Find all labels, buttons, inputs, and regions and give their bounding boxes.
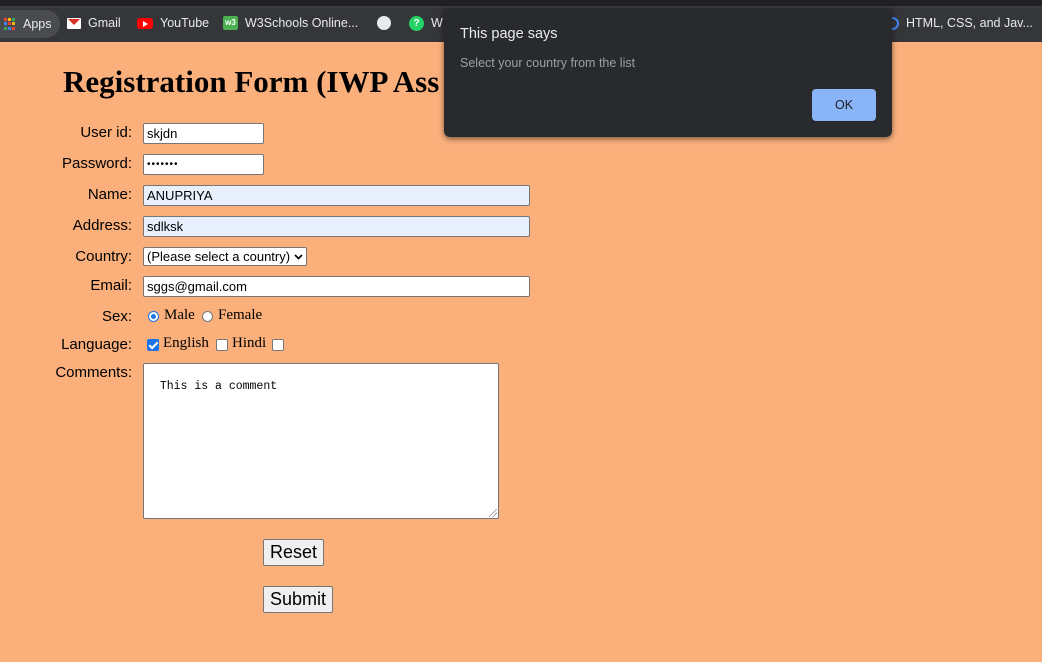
- whatsapp-icon: ?: [409, 15, 424, 31]
- bookmark-w3schools-label: W3Schools Online...: [245, 16, 359, 30]
- address-input[interactable]: sdlksk: [143, 216, 530, 237]
- apps-grid-icon: [4, 18, 16, 30]
- bookmark-whatsapp[interactable]: ? W: [409, 8, 443, 38]
- language-hindi-checkbox[interactable]: [216, 339, 228, 351]
- bookmark-whatsapp-label: W: [431, 16, 443, 30]
- bookmark-youtube[interactable]: YouTube: [137, 8, 209, 38]
- bookmark-apps-label: Apps: [23, 17, 52, 31]
- sex-male-label: Male: [164, 307, 195, 323]
- comments-textarea[interactable]: This is a comment: [143, 363, 499, 519]
- reset-button[interactable]: Reset: [263, 539, 325, 566]
- resize-grip-icon[interactable]: [489, 509, 497, 517]
- password-input[interactable]: •••••••: [143, 154, 264, 175]
- name-input[interactable]: ANUPRIYA: [143, 185, 530, 206]
- name-label: Name:: [87, 186, 132, 203]
- language-hindi-label: Hindi: [232, 335, 267, 351]
- page-title: Registration Form (IWP Ass: [63, 64, 440, 99]
- bookmark-apps[interactable]: Apps: [0, 10, 60, 38]
- bookmark-html-css[interactable]: HTML, CSS, and Jav...: [886, 8, 1033, 38]
- youtube-icon: [137, 17, 153, 29]
- country-label: Country:: [75, 248, 132, 265]
- country-select[interactable]: (Please select a country): [143, 247, 308, 266]
- language-english-label: English: [163, 335, 209, 351]
- submit-button[interactable]: Submit: [263, 586, 334, 613]
- language-english-checkbox[interactable]: [147, 339, 159, 351]
- sex-female-label: Female: [218, 307, 263, 323]
- sex-label: Sex:: [101, 308, 132, 325]
- email-input[interactable]: sggs@gmail.com: [143, 276, 530, 297]
- sex-male-radio[interactable]: [148, 311, 159, 322]
- sex-female-radio[interactable]: [202, 311, 213, 322]
- email-label: Email:: [90, 277, 132, 294]
- country-select-value: (Please select a country): [147, 249, 291, 264]
- gmail-icon: [67, 17, 81, 29]
- dialog-message: Select your country from the list: [460, 56, 636, 70]
- comments-text: This is a comment: [159, 380, 278, 393]
- bookmark-html-css-label: HTML, CSS, and Jav...: [906, 16, 1033, 30]
- bookmark-gmail-label: Gmail: [88, 16, 121, 30]
- language-other-checkbox[interactable]: [272, 339, 284, 351]
- bookmark-youtube-label: YouTube: [160, 16, 210, 30]
- userid-label: User id:: [80, 124, 132, 141]
- chevron-down-icon: [294, 253, 303, 260]
- alert-dialog: This page says Select your country from …: [444, 8, 892, 137]
- dialog-ok-button[interactable]: OK: [812, 89, 876, 121]
- comments-label: Comments:: [55, 364, 132, 381]
- globe-icon: [377, 16, 391, 30]
- address-label: Address:: [72, 217, 132, 234]
- language-label: Language:: [61, 336, 132, 353]
- bookmark-w3schools[interactable]: w3 W3Schools Online...: [223, 8, 358, 38]
- bookmark-gmail[interactable]: Gmail: [67, 8, 121, 38]
- bookmark-globe[interactable]: [377, 8, 391, 38]
- password-label: Password:: [61, 155, 132, 172]
- userid-input[interactable]: skjdn: [143, 123, 264, 144]
- w3schools-icon: w3: [223, 16, 238, 30]
- dialog-title: This page says: [460, 26, 558, 42]
